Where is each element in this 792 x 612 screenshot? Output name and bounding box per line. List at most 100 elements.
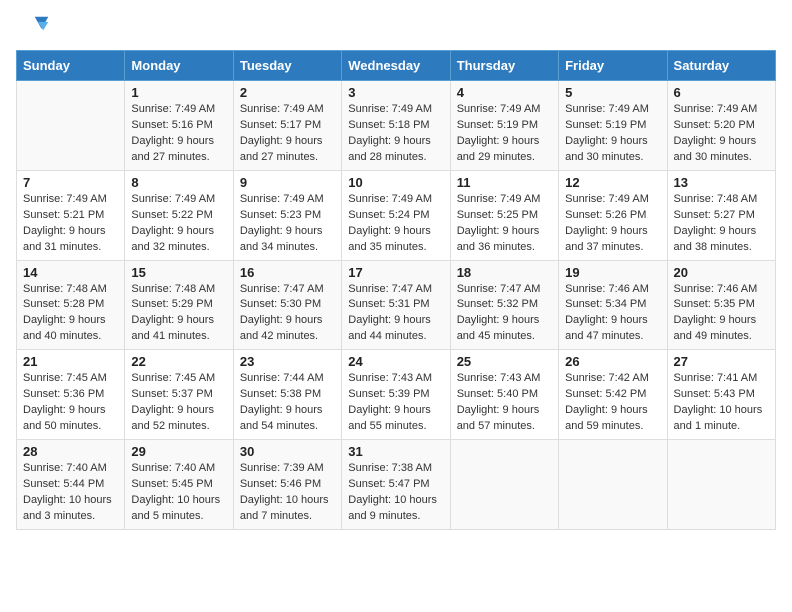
page-header [16,10,776,44]
daylight-text: Daylight: 9 hours and 32 minutes. [131,224,226,256]
cell-content: Sunrise: 7:44 AMSunset: 5:38 PMDaylight:… [240,371,335,435]
calendar-cell [667,440,775,530]
daylight-text: Daylight: 9 hours and 30 minutes. [674,134,769,166]
cell-content: Sunrise: 7:47 AMSunset: 5:31 PMDaylight:… [348,282,443,346]
calendar-cell: 5Sunrise: 7:49 AMSunset: 5:19 PMDaylight… [559,81,667,171]
day-number: 1 [131,85,226,100]
sunset-text: Sunset: 5:46 PM [240,477,335,493]
sunrise-text: Sunrise: 7:48 AM [131,282,226,298]
sunset-text: Sunset: 5:43 PM [674,387,769,403]
daylight-text: Daylight: 9 hours and 52 minutes. [131,403,226,435]
cell-content: Sunrise: 7:40 AMSunset: 5:44 PMDaylight:… [23,461,118,525]
daylight-text: Daylight: 10 hours and 1 minute. [674,403,769,435]
calendar-cell: 7Sunrise: 7:49 AMSunset: 5:21 PMDaylight… [17,170,125,260]
day-number: 12 [565,175,660,190]
sunrise-text: Sunrise: 7:44 AM [240,371,335,387]
cell-content: Sunrise: 7:49 AMSunset: 5:19 PMDaylight:… [565,102,660,166]
cell-content: Sunrise: 7:48 AMSunset: 5:28 PMDaylight:… [23,282,118,346]
cell-content: Sunrise: 7:49 AMSunset: 5:25 PMDaylight:… [457,192,552,256]
daylight-text: Daylight: 9 hours and 59 minutes. [565,403,660,435]
day-number: 11 [457,175,552,190]
sunrise-text: Sunrise: 7:49 AM [131,102,226,118]
sunrise-text: Sunrise: 7:47 AM [240,282,335,298]
calendar-cell: 9Sunrise: 7:49 AMSunset: 5:23 PMDaylight… [233,170,341,260]
sunset-text: Sunset: 5:38 PM [240,387,335,403]
cell-content: Sunrise: 7:43 AMSunset: 5:40 PMDaylight:… [457,371,552,435]
sunrise-text: Sunrise: 7:38 AM [348,461,443,477]
daylight-text: Daylight: 10 hours and 7 minutes. [240,493,335,525]
cell-content: Sunrise: 7:46 AMSunset: 5:35 PMDaylight:… [674,282,769,346]
day-number: 6 [674,85,769,100]
cell-content: Sunrise: 7:47 AMSunset: 5:30 PMDaylight:… [240,282,335,346]
sunrise-text: Sunrise: 7:46 AM [674,282,769,298]
sunset-text: Sunset: 5:39 PM [348,387,443,403]
sunrise-text: Sunrise: 7:42 AM [565,371,660,387]
calendar-cell: 31Sunrise: 7:38 AMSunset: 5:47 PMDayligh… [342,440,450,530]
sunset-text: Sunset: 5:24 PM [348,208,443,224]
cell-content: Sunrise: 7:47 AMSunset: 5:32 PMDaylight:… [457,282,552,346]
calendar-cell: 26Sunrise: 7:42 AMSunset: 5:42 PMDayligh… [559,350,667,440]
header-saturday: Saturday [667,51,775,81]
calendar-cell [559,440,667,530]
calendar-week-4: 28Sunrise: 7:40 AMSunset: 5:44 PMDayligh… [17,440,776,530]
calendar-cell: 13Sunrise: 7:48 AMSunset: 5:27 PMDayligh… [667,170,775,260]
sunrise-text: Sunrise: 7:49 AM [457,102,552,118]
daylight-text: Daylight: 9 hours and 49 minutes. [674,313,769,345]
sunrise-text: Sunrise: 7:40 AM [131,461,226,477]
calendar-week-2: 14 Sunrise: 7:48 AMSunset: 5:28 PMDayligh… [17,260,776,350]
sunset-text: Sunset: 5:36 PM [23,387,118,403]
calendar-cell: 6 Sunrise: 7:49 AMSunset: 5:20 PMDaylight… [667,81,775,171]
day-number: 10 [348,175,443,190]
day-number: 14 [23,265,118,280]
day-number: 18 [457,265,552,280]
sunset-text: Sunset: 5:37 PM [131,387,226,403]
daylight-text: Daylight: 9 hours and 54 minutes. [240,403,335,435]
calendar-table: SundayMondayTuesdayWednesdayThursdayFrid… [16,50,776,530]
sunset-text: Sunset: 5:23 PM [240,208,335,224]
day-number: 16 [240,265,335,280]
sunrise-text: Sunrise: 7:49 AM [565,192,660,208]
cell-content: Sunrise: 7:49 AMSunset: 5:23 PMDaylight:… [240,192,335,256]
cell-content: Sunrise: 7:41 AMSunset: 5:43 PMDaylight:… [674,371,769,435]
sunset-text: Sunset: 5:21 PM [23,208,118,224]
calendar-cell [17,81,125,171]
sunrise-text: Sunrise: 7:39 AM [240,461,335,477]
daylight-text: Daylight: 9 hours and 37 minutes. [565,224,660,256]
calendar-week-3: 21 Sunrise: 7:45 AMSunset: 5:36 PMDayligh… [17,350,776,440]
daylight-text: Daylight: 9 hours and 27 minutes. [240,134,335,166]
sunset-text: Sunset: 5:22 PM [131,208,226,224]
daylight-text: Daylight: 9 hours and 34 minutes. [240,224,335,256]
day-number: 3 [348,85,443,100]
calendar-cell: 29Sunrise: 7:40 AMSunset: 5:45 PMDayligh… [125,440,233,530]
calendar-cell: 16 Sunrise: 7:47 AMSunset: 5:30 PMDayligh… [233,260,341,350]
day-number: 26 [565,354,660,369]
header-thursday: Thursday [450,51,558,81]
daylight-text: Daylight: 9 hours and 42 minutes. [240,313,335,345]
sunrise-text: Sunrise: 7:43 AM [457,371,552,387]
calendar-cell: 19Sunrise: 7:46 AMSunset: 5:34 PMDayligh… [559,260,667,350]
cell-content: Sunrise: 7:45 AMSunset: 5:36 PMDaylight:… [23,371,118,435]
sunset-text: Sunset: 5:17 PM [240,118,335,134]
calendar-cell: 20 Sunrise: 7:46 AMSunset: 5:35 PMDayligh… [667,260,775,350]
day-number: 20 [674,265,769,280]
sunrise-text: Sunrise: 7:49 AM [457,192,552,208]
cell-content: Sunrise: 7:49 AMSunset: 5:17 PMDaylight:… [240,102,335,166]
sunrise-text: Sunrise: 7:49 AM [240,192,335,208]
sunrise-text: Sunrise: 7:48 AM [23,282,118,298]
calendar-cell: 3Sunrise: 7:49 AMSunset: 5:18 PMDaylight… [342,81,450,171]
cell-content: Sunrise: 7:43 AMSunset: 5:39 PMDaylight:… [348,371,443,435]
header-tuesday: Tuesday [233,51,341,81]
sunset-text: Sunset: 5:45 PM [131,477,226,493]
sunrise-text: Sunrise: 7:49 AM [240,102,335,118]
daylight-text: Daylight: 9 hours and 44 minutes. [348,313,443,345]
day-number: 21 [23,354,118,369]
calendar-cell: 18 Sunrise: 7:47 AMSunset: 5:32 PMDayligh… [450,260,558,350]
calendar-cell: 21 Sunrise: 7:45 AMSunset: 5:36 PMDayligh… [17,350,125,440]
header-friday: Friday [559,51,667,81]
daylight-text: Daylight: 9 hours and 27 minutes. [131,134,226,166]
sunset-text: Sunset: 5:26 PM [565,208,660,224]
sunset-text: Sunset: 5:30 PM [240,297,335,313]
cell-content: Sunrise: 7:39 AMSunset: 5:46 PMDaylight:… [240,461,335,525]
cell-content: Sunrise: 7:49 AMSunset: 5:20 PMDaylight:… [674,102,769,166]
day-number: 7 [23,175,118,190]
